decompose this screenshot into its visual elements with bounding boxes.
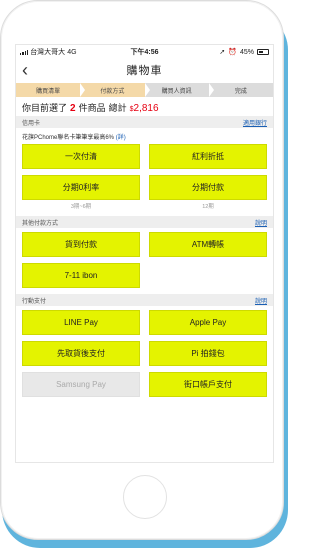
jkopay-button[interactable]: 街口帳戶支付	[149, 372, 267, 397]
section-label: 信用卡	[22, 120, 41, 127]
other-payment-help-link[interactable]: 說明	[255, 218, 267, 227]
mobile-payment-options: LINE Pay Apple Pay 先取貨後支付 Pi 拍錢包 Samsung…	[16, 310, 273, 397]
battery-icon	[257, 49, 269, 55]
step-complete: 完成	[208, 83, 273, 97]
cash-on-delivery-button[interactable]: 貨到付款	[22, 232, 140, 257]
ibon-button[interactable]: 7-11 ibon	[22, 263, 140, 288]
section-label: 行動支付	[22, 298, 47, 305]
bonus-points-button[interactable]: 紅利折抵	[149, 144, 267, 169]
apple-pay-button[interactable]: Apple Pay	[149, 310, 267, 335]
pickup-then-pay-button[interactable]: 先取貨後支付	[22, 341, 140, 366]
home-button[interactable]	[123, 475, 167, 519]
total-label: 總計	[108, 103, 127, 113]
location-icon: ➚	[219, 49, 226, 56]
status-bar: 台灣大哥大 4G 下午4:56 ➚ ⏰ 45%	[16, 45, 273, 59]
status-left: 台灣大哥大 4G	[20, 47, 77, 57]
signal-icon	[20, 50, 29, 55]
item-count: 2	[70, 103, 76, 114]
carrier-name: 台灣大哥大	[30, 49, 66, 56]
section-other-payment: 其他付款方式 說明	[16, 216, 273, 228]
step-buyer-info: 購買人資訊	[144, 83, 215, 97]
checkout-steps: 購買清單 付款方式 購買人資訊 完成	[16, 83, 273, 97]
samsung-pay-button: Samsung Pay	[22, 372, 140, 397]
installment-term-1: 12期	[202, 204, 214, 210]
step-payment-method: 付款方式	[80, 83, 150, 97]
applicable-banks-link[interactable]: 適用銀行	[243, 118, 267, 127]
chevron-left-icon[interactable]: ‹	[22, 61, 28, 79]
installment-button[interactable]: 分期付款	[149, 175, 267, 200]
installment-term-0: 3期~6期	[70, 204, 92, 210]
total-amount: $2,816	[129, 103, 159, 114]
section-mobile-payment: 行動支付 說明	[16, 294, 273, 306]
details-link[interactable]: (詳)	[116, 135, 126, 141]
zero-interest-installment-button[interactable]: 分期0利率	[22, 175, 140, 200]
step-cart-list: 購買清單	[16, 83, 86, 97]
cart-summary: 你目前選了 2 件商品 總計 $2,816	[16, 97, 273, 114]
page-header: ‹ 購物車	[16, 59, 273, 81]
status-right: ➚ ⏰ 45%	[219, 48, 269, 56]
screen: 台灣大哥大 4G 下午4:56 ➚ ⏰ 45% ‹ 購物車 購買清單 付款方式 …	[15, 44, 274, 463]
credit-card-options: 一次付清 紅利折抵 分期0利率 分期付款	[16, 144, 273, 200]
phone-frame: 台灣大哥大 4G 下午4:56 ➚ ⏰ 45% ‹ 購物車 購買清單 付款方式 …	[0, 0, 284, 540]
pay-in-full-button[interactable]: 一次付清	[22, 144, 140, 169]
network-type: 4G	[67, 48, 77, 56]
summary-unit: 件商品	[78, 103, 106, 113]
atm-transfer-button[interactable]: ATM轉帳	[149, 232, 267, 257]
section-label: 其他付款方式	[22, 220, 59, 227]
alarm-icon: ⏰	[228, 49, 237, 56]
summary-prefix: 你目前選了	[22, 103, 68, 113]
battery-percent: 45%	[239, 48, 254, 56]
page-title: 購物車	[126, 65, 163, 77]
promo-note: 花旗PChome聯名卡筆筆享最高6% (詳)	[22, 135, 126, 141]
pi-wallet-button[interactable]: Pi 拍錢包	[149, 341, 267, 366]
other-payment-options: 貨到付款 ATM轉帳 7-11 ibon	[16, 232, 273, 288]
mobile-payment-help-link[interactable]: 說明	[255, 296, 267, 305]
section-credit-card: 信用卡 適用銀行	[16, 116, 273, 128]
line-pay-button[interactable]: LINE Pay	[22, 310, 140, 335]
installment-subtexts: 3期~6期 12期	[16, 200, 273, 210]
